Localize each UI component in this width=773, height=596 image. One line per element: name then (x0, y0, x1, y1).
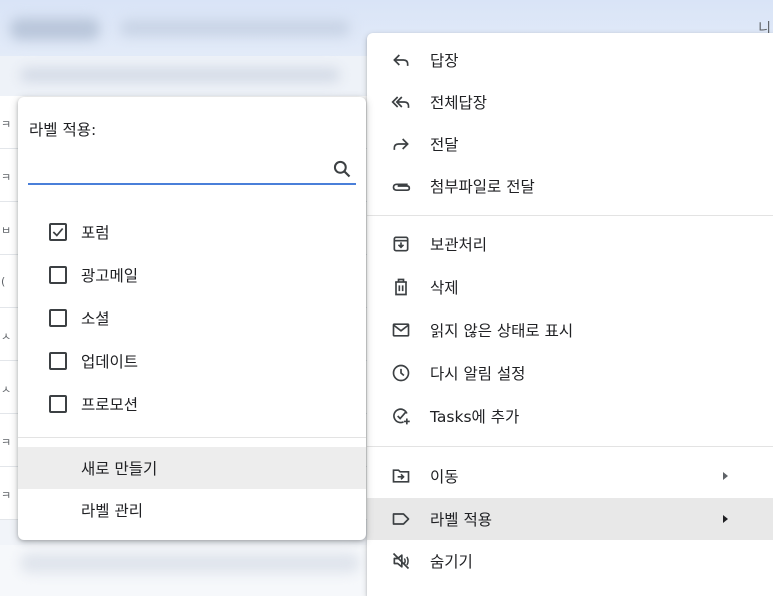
manage-labels-button[interactable]: 라벨 관리 (18, 489, 366, 531)
label-option-updates[interactable]: 업데이트 (18, 340, 366, 382)
move-to-icon (389, 464, 413, 488)
menu-item-forward[interactable]: 전달 (367, 123, 773, 165)
menu-item-snooze[interactable]: 다시 알림 설정 (367, 352, 773, 394)
blurred-logo (10, 18, 100, 40)
menu-item-move-to[interactable]: 이동 (367, 455, 773, 497)
checkbox[interactable] (49, 309, 67, 327)
menu-item-add-to-tasks[interactable]: Tasks에 추가 (367, 395, 773, 437)
menu-item-label: 전체답장 (430, 94, 488, 112)
mute-icon (389, 549, 413, 573)
create-new-label-button[interactable]: 새로 만들기 (18, 447, 366, 489)
add-task-icon (389, 404, 413, 428)
label-option-spam[interactable]: 광고메일 (18, 254, 366, 296)
trash-icon (389, 275, 413, 299)
menu-divider (367, 446, 773, 447)
label-option-text: 포럼 (81, 224, 110, 242)
manage-labels-text: 라벨 관리 (81, 502, 143, 520)
menu-item-mark-unread[interactable]: 읽지 않은 상태로 표시 (367, 309, 773, 351)
search-icon[interactable] (332, 159, 352, 179)
forward-icon (389, 132, 413, 156)
menu-item-forward-as-attachment[interactable]: 첨부파일로 전달 (367, 165, 773, 207)
checkbox[interactable] (49, 266, 67, 284)
menu-item-label: 답장 (430, 52, 459, 70)
label-option-text: 광고메일 (81, 267, 139, 285)
menu-item-label: 숨기기 (430, 553, 473, 571)
submenu-arrow-icon (723, 515, 728, 523)
label-search-box (28, 155, 356, 185)
menu-item-label: 첨부파일로 전달 (430, 178, 535, 196)
menu-item-mute[interactable]: 숨기기 (367, 540, 773, 582)
menu-item-label: 전달 (430, 136, 459, 154)
menu-item-label: 읽지 않은 상태로 표시 (430, 322, 574, 340)
checkbox[interactable] (49, 352, 67, 370)
popup-title: 라벨 적용: (29, 121, 97, 139)
menu-item-label: 삭제 (430, 279, 459, 297)
menu-item-label: Tasks에 추가 (430, 408, 520, 426)
reply-all-icon (389, 90, 413, 114)
checkbox-checked[interactable] (49, 223, 67, 241)
submenu-arrow-icon (723, 472, 728, 480)
archive-icon (389, 232, 413, 256)
label-option-forums[interactable]: 포럼 (18, 211, 366, 253)
menu-item-apply-label[interactable]: 라벨 적용 (367, 498, 773, 540)
blurred-search (120, 20, 350, 36)
label-option-text: 소셜 (81, 310, 110, 328)
label-icon (389, 507, 413, 531)
mail-icon (389, 318, 413, 342)
menu-item-label: 다시 알림 설정 (430, 365, 526, 383)
apply-label-popup: 라벨 적용: 포럼 광고메일 소셜 업데이트 프로모션 새로 만들기 라벨 관리 (18, 97, 366, 540)
clock-icon (389, 361, 413, 385)
check-icon (52, 227, 64, 237)
popup-divider (18, 437, 366, 438)
menu-item-label: 이동 (430, 468, 459, 486)
menu-item-reply-all[interactable]: 전체답장 (367, 81, 773, 123)
menu-item-delete[interactable]: 삭제 (367, 266, 773, 308)
context-menu: 답장 전체답장 전달 첨부파일로 전달 보관처리 삭제 읽지 않은 상태로 표시… (367, 33, 773, 596)
checkbox[interactable] (49, 395, 67, 413)
label-option-text: 프로모션 (81, 396, 139, 414)
menu-item-archive[interactable]: 보관처리 (367, 223, 773, 265)
label-option-social[interactable]: 소셜 (18, 297, 366, 339)
menu-item-reply[interactable]: 답장 (367, 39, 773, 81)
menu-item-label: 라벨 적용 (430, 511, 492, 529)
label-search-input[interactable] (28, 155, 318, 183)
menu-item-label: 보관처리 (430, 236, 488, 254)
create-new-label-text: 새로 만들기 (81, 460, 158, 478)
attachment-icon (389, 174, 413, 198)
label-option-text: 업데이트 (81, 353, 139, 371)
reply-icon (389, 48, 413, 72)
label-option-promotions[interactable]: 프로모션 (18, 383, 366, 425)
menu-divider (367, 215, 773, 216)
